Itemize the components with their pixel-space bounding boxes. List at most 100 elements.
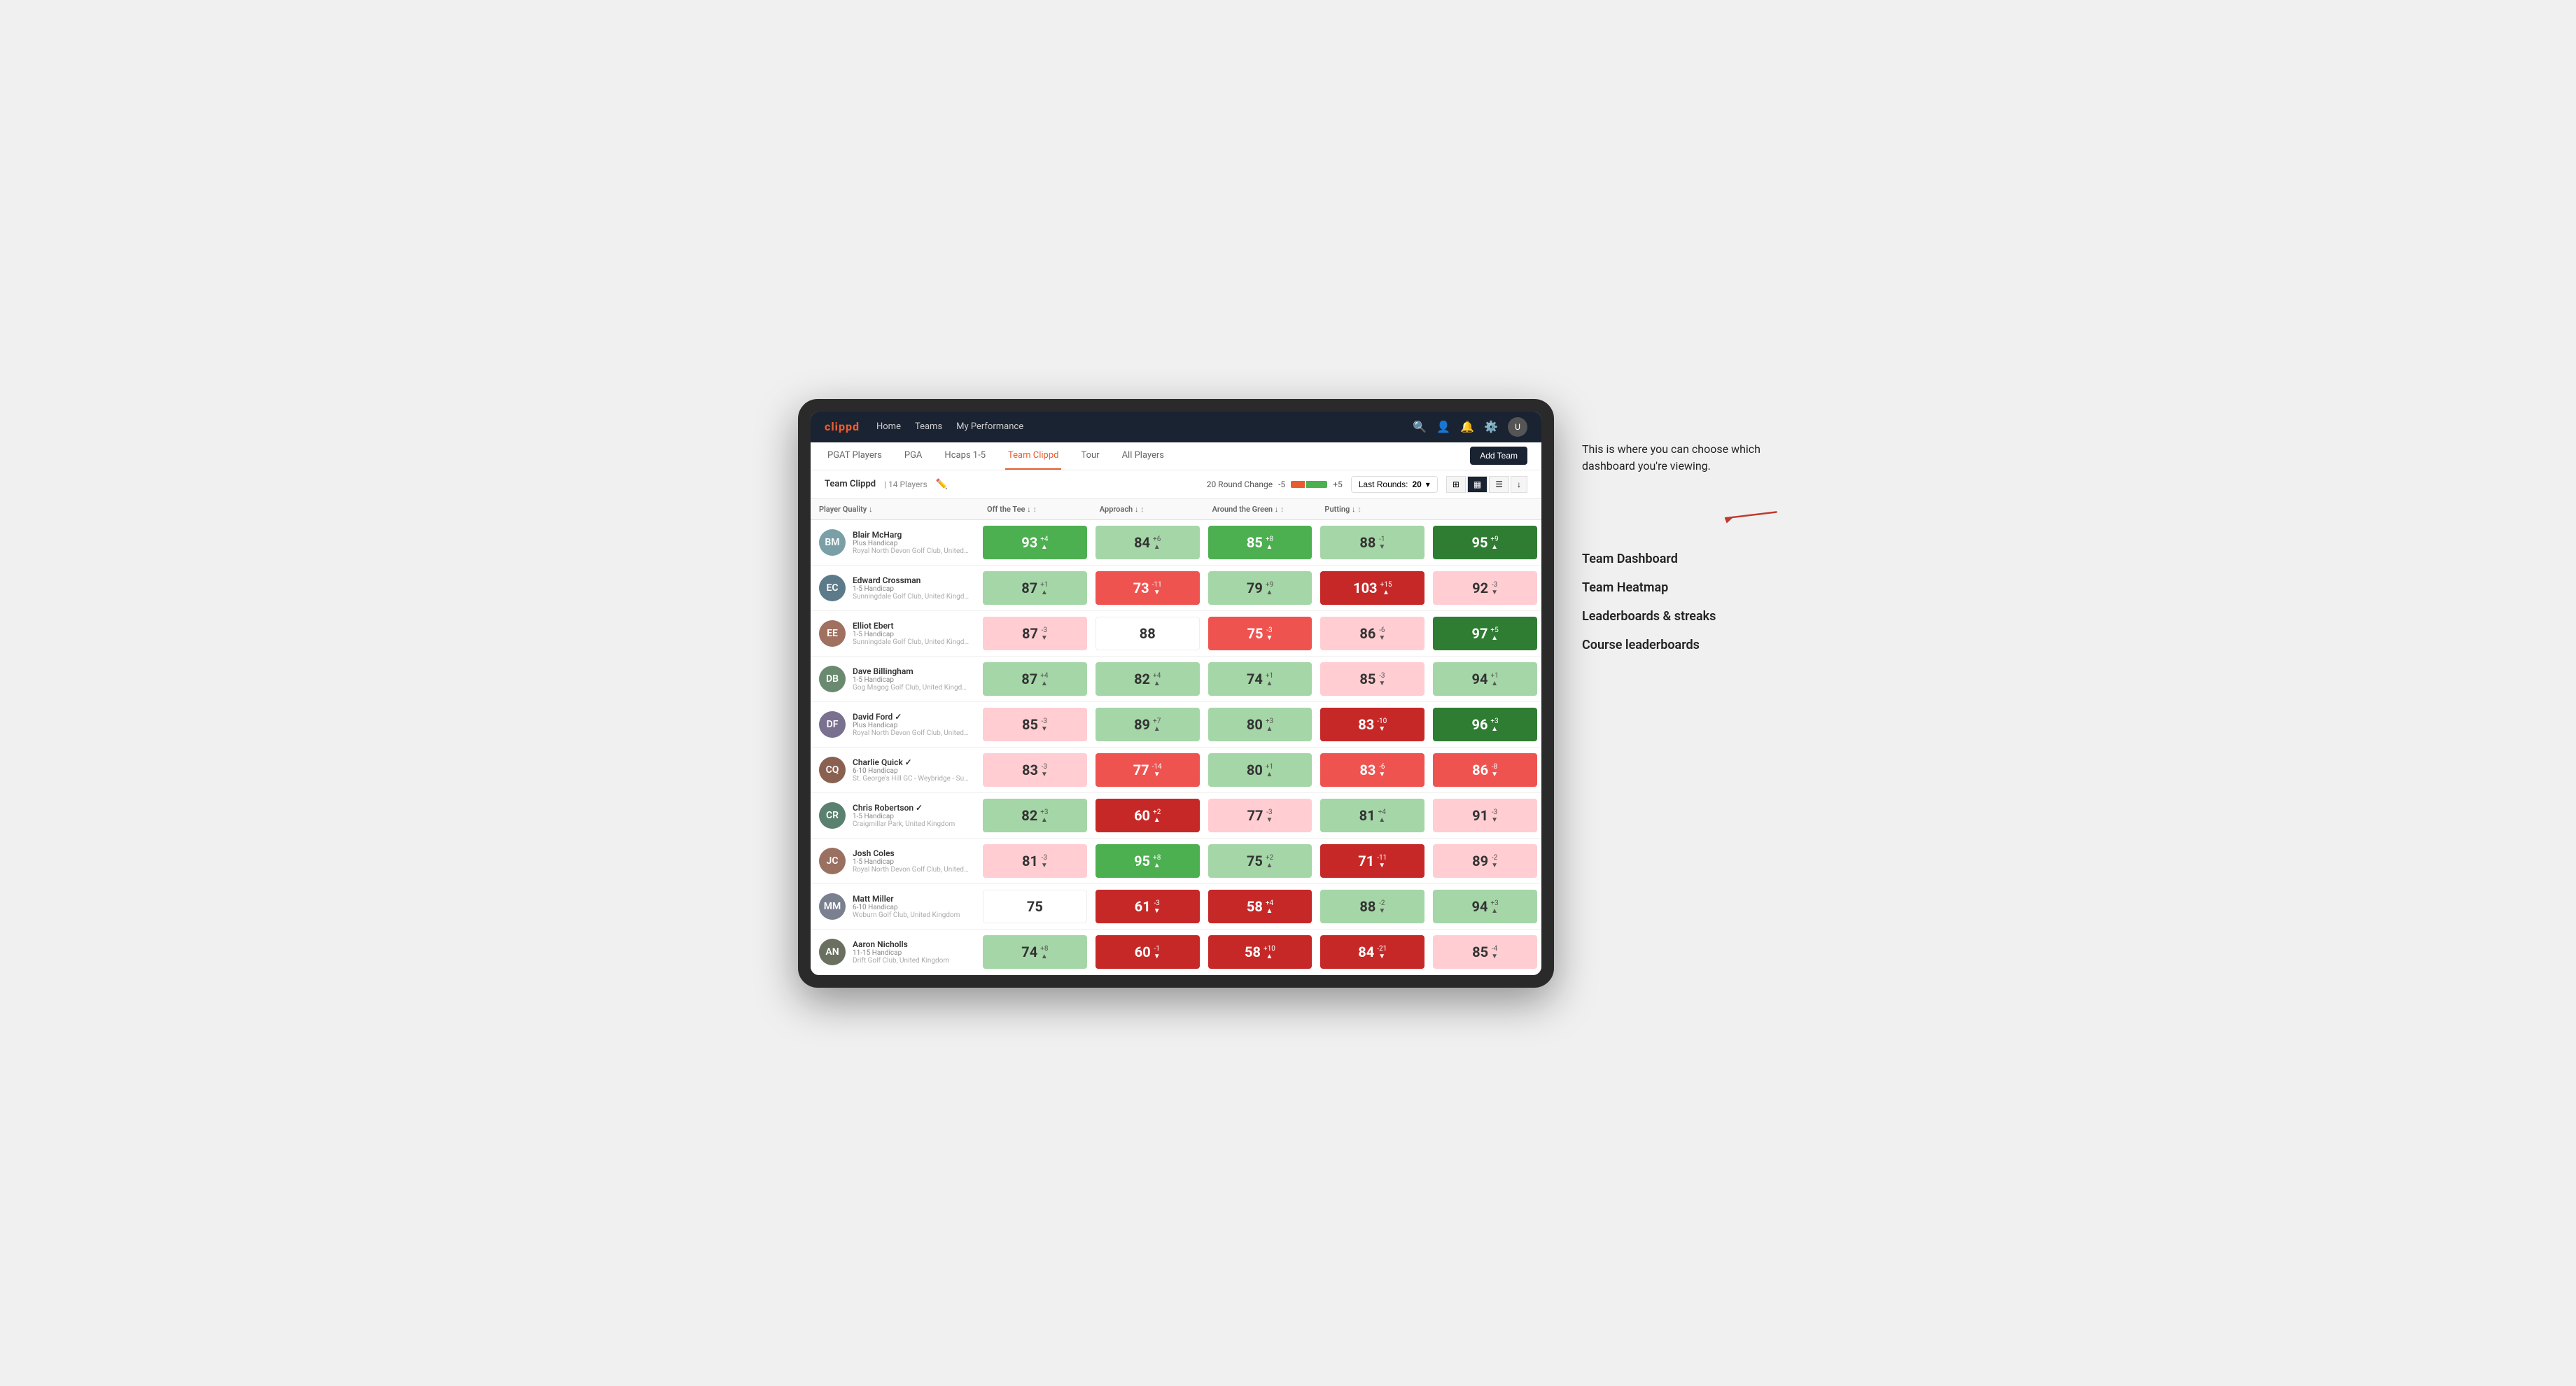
- nav-icons: 🔍 👤 🔔 ⚙️ U: [1413, 417, 1527, 437]
- subnav-pgat[interactable]: PGAT Players: [825, 442, 885, 470]
- player-handicap: 6-10 Handicap: [853, 767, 970, 775]
- col-off-tee[interactable]: Off the Tee ↓: [979, 499, 1091, 519]
- player-name: Charlie Quick ✓: [853, 757, 970, 767]
- option-team-heatmap[interactable]: Team Heatmap: [1582, 580, 1778, 595]
- score-change: +15▲: [1380, 581, 1392, 596]
- score-box: 86 -6▼: [1320, 617, 1424, 650]
- score-change: +6▲: [1153, 536, 1161, 551]
- score-cell-3: 71 -11▼: [1316, 839, 1429, 883]
- tablet-frame: clippd Home Teams My Performance 🔍 👤 🔔 ⚙…: [798, 399, 1554, 988]
- score-value: 81: [1359, 807, 1376, 824]
- player-cell[interactable]: EC Edward Crossman 1-5 Handicap Sunningd…: [811, 569, 979, 607]
- player-cell[interactable]: MM Matt Miller 6-10 Handicap Woburn Golf…: [811, 888, 979, 925]
- last-rounds-label: Last Rounds:: [1359, 479, 1408, 489]
- round-change-label: 20 Round Change: [1207, 479, 1273, 489]
- score-box: 94 +3▲: [1433, 890, 1537, 923]
- search-icon[interactable]: 🔍: [1413, 420, 1427, 433]
- heatmap-view-button[interactable]: ▦: [1467, 476, 1488, 493]
- player-cell[interactable]: AN Aaron Nicholls 11-15 Handicap Drift G…: [811, 933, 979, 971]
- score-cell-3: 81 +4▲: [1316, 793, 1429, 838]
- subnav-hcaps[interactable]: Hcaps 1-5: [941, 442, 988, 470]
- score-cell-1: 60 -1▼: [1091, 930, 1204, 974]
- score-box: 84 -21▼: [1320, 935, 1424, 969]
- subnav-pga[interactable]: PGA: [902, 442, 925, 470]
- score-value: 58: [1245, 944, 1261, 960]
- score-cell-0: 82 +3▲: [979, 793, 1091, 838]
- player-handicap: 11-15 Handicap: [853, 949, 949, 957]
- score-value: 89: [1134, 716, 1150, 733]
- player-cell[interactable]: DF David Ford ✓ Plus Handicap Royal Nort…: [811, 706, 979, 743]
- subnav-tour[interactable]: Tour: [1078, 442, 1102, 470]
- grid-view-button[interactable]: ⊞: [1446, 476, 1466, 493]
- team-header: Team Clippd | 14 Players ✏️ 20 Round Cha…: [811, 470, 1541, 499]
- table-row: AN Aaron Nicholls 11-15 Handicap Drift G…: [811, 930, 1541, 975]
- subnav-all-players[interactable]: All Players: [1119, 442, 1167, 470]
- list-view-button[interactable]: ☰: [1489, 476, 1509, 493]
- avatar[interactable]: U: [1508, 417, 1527, 437]
- last-rounds-button[interactable]: Last Rounds: 20 ▾: [1351, 476, 1438, 493]
- player-cell[interactable]: DB Dave Billingham 1-5 Handicap Gog Mago…: [811, 660, 979, 698]
- player-cell[interactable]: EE Elliot Ebert 1-5 Handicap Sunningdale…: [811, 615, 979, 652]
- nav-teams[interactable]: Teams: [915, 419, 942, 435]
- score-cell-2: 80 +3▲: [1204, 702, 1317, 747]
- score-cell-2: 58 +10▲: [1204, 930, 1317, 974]
- score-box: 77 -14▼: [1096, 753, 1200, 787]
- col-around-green[interactable]: Around the Green ↓: [1204, 499, 1317, 519]
- player-name: Blair McHarg: [853, 530, 970, 540]
- score-change: +4▲: [1153, 672, 1161, 687]
- score-cell-0: 81 -3▼: [979, 839, 1091, 883]
- user-icon[interactable]: 👤: [1436, 420, 1450, 433]
- score-box: 81 -3▼: [983, 844, 1087, 878]
- score-change: -3▼: [1041, 763, 1048, 778]
- settings-icon[interactable]: ⚙️: [1484, 420, 1498, 433]
- score-cell-4: 92 -3▼: [1429, 566, 1541, 610]
- score-cell-1: 95 +8▲: [1091, 839, 1204, 883]
- option-leaderboards[interactable]: Leaderboards & streaks: [1582, 609, 1778, 624]
- player-cell[interactable]: JC Josh Coles 1-5 Handicap Royal North D…: [811, 842, 979, 880]
- nav-my-performance[interactable]: My Performance: [956, 419, 1023, 435]
- annotation-panel: This is where you can choose which dashb…: [1582, 399, 1778, 652]
- score-cell-2: 58 +4▲: [1204, 884, 1317, 929]
- col-approach[interactable]: Approach ↓: [1091, 499, 1204, 519]
- score-value: 86: [1472, 762, 1488, 778]
- edit-icon[interactable]: ✏️: [936, 479, 948, 490]
- score-box: 84 +6▲: [1096, 526, 1200, 559]
- bell-icon[interactable]: 🔔: [1460, 420, 1474, 433]
- score-value: 84: [1358, 944, 1374, 960]
- score-value: 84: [1134, 534, 1150, 551]
- table-row: CQ Charlie Quick ✓ 6-10 Handicap St. Geo…: [811, 748, 1541, 793]
- score-cell-1: 77 -14▼: [1091, 748, 1204, 792]
- table-row: CR Chris Robertson ✓ 1-5 Handicap Craigm…: [811, 793, 1541, 839]
- player-name: Aaron Nicholls: [853, 939, 949, 949]
- score-box: 94 +1▲: [1433, 662, 1537, 696]
- table-body: BM Blair McHarg Plus Handicap Royal Nort…: [811, 520, 1541, 975]
- player-cell[interactable]: CR Chris Robertson ✓ 1-5 Handicap Craigm…: [811, 797, 979, 834]
- score-box: 73 -11▼: [1096, 571, 1200, 605]
- score-cell-0: 93 +4▲: [979, 520, 1091, 565]
- export-button[interactable]: ↓: [1511, 476, 1527, 493]
- score-change: -3▼: [1378, 672, 1385, 687]
- score-cell-2: 74 +1▲: [1204, 657, 1317, 701]
- subnav-team-clippd[interactable]: Team Clippd: [1005, 442, 1061, 470]
- score-box: 83 -6▼: [1320, 753, 1424, 787]
- score-cell-1: 73 -11▼: [1091, 566, 1204, 610]
- player-handicap: 1-5 Handicap: [853, 813, 955, 820]
- col-player-quality[interactable]: Player Quality ↓: [811, 499, 979, 519]
- score-cell-0: 87 -3▼: [979, 611, 1091, 656]
- player-cell[interactable]: CQ Charlie Quick ✓ 6-10 Handicap St. Geo…: [811, 751, 979, 789]
- add-team-button[interactable]: Add Team: [1470, 447, 1527, 465]
- score-change: -21▼: [1377, 945, 1387, 960]
- player-cell[interactable]: BM Blair McHarg Plus Handicap Royal Nort…: [811, 524, 979, 561]
- score-box: 74 +1▲: [1208, 662, 1312, 696]
- table-header-row: Player Quality ↓ Off the Tee ↓ Approach …: [811, 499, 1541, 520]
- score-value: 103: [1353, 580, 1377, 596]
- option-course-leaderboards[interactable]: Course leaderboards: [1582, 638, 1778, 652]
- nav-home[interactable]: Home: [876, 419, 901, 435]
- score-box: 85 -4▼: [1433, 935, 1537, 969]
- score-value: 77: [1133, 762, 1149, 778]
- score-cell-2: 75 -3▼: [1204, 611, 1317, 656]
- score-value: 85: [1359, 671, 1376, 687]
- option-team-dashboard[interactable]: Team Dashboard: [1582, 552, 1778, 566]
- player-info: Josh Coles 1-5 Handicap Royal North Devo…: [853, 848, 970, 874]
- col-putting[interactable]: Putting ↓: [1316, 499, 1429, 519]
